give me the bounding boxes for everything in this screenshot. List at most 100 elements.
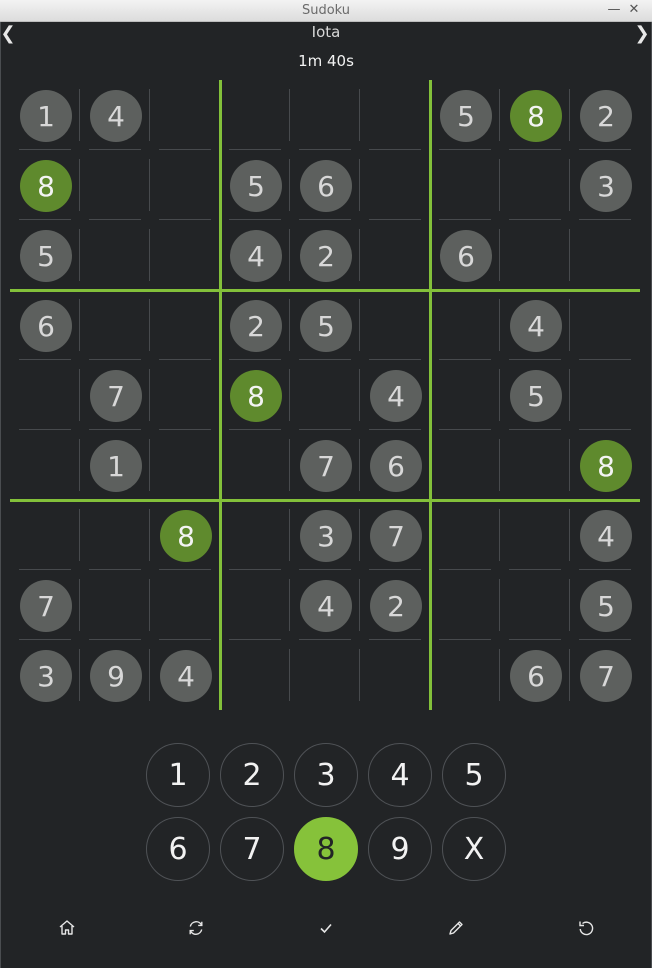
board-cell[interactable]: 5 — [10, 220, 80, 290]
minimize-icon[interactable]: — — [606, 2, 622, 18]
home-icon[interactable] — [55, 916, 79, 940]
board-cell[interactable]: 6 — [10, 290, 80, 360]
board-cell[interactable]: 8 — [220, 360, 290, 430]
board-cell[interactable]: 5 — [290, 290, 360, 360]
board-cell[interactable]: 7 — [290, 430, 360, 500]
board-cell[interactable]: 2 — [220, 290, 290, 360]
board-cell[interactable]: 7 — [570, 640, 640, 710]
refresh-icon[interactable] — [184, 916, 208, 940]
board-cell[interactable] — [150, 430, 220, 500]
close-icon[interactable]: ✕ — [626, 2, 642, 18]
board-cell[interactable]: 6 — [430, 220, 500, 290]
board-cell[interactable] — [500, 500, 570, 570]
check-icon[interactable] — [314, 916, 338, 940]
board-cell[interactable]: 7 — [80, 360, 150, 430]
board-cell[interactable]: 7 — [10, 570, 80, 640]
board-cell[interactable] — [290, 360, 360, 430]
undo-icon[interactable] — [574, 916, 598, 940]
board-cell[interactable] — [500, 220, 570, 290]
board-cell[interactable]: 1 — [80, 430, 150, 500]
board-cell[interactable] — [500, 150, 570, 220]
board-cell[interactable]: 4 — [80, 80, 150, 150]
board-cell[interactable] — [80, 150, 150, 220]
number-key-8[interactable]: 8 — [294, 817, 358, 881]
board-cell[interactable]: 5 — [570, 570, 640, 640]
board-cell[interactable] — [430, 360, 500, 430]
number-key-3[interactable]: 3 — [294, 743, 358, 807]
board-cell[interactable] — [570, 220, 640, 290]
board-cell[interactable] — [430, 500, 500, 570]
number-key-1[interactable]: 1 — [146, 743, 210, 807]
board-cell[interactable] — [570, 360, 640, 430]
board-cell[interactable] — [150, 150, 220, 220]
board-cell[interactable] — [430, 430, 500, 500]
board-cell[interactable] — [80, 500, 150, 570]
board-cell[interactable]: 4 — [290, 570, 360, 640]
board-cell[interactable]: 3 — [290, 500, 360, 570]
board-cell[interactable]: 4 — [360, 360, 430, 430]
board-cell[interactable] — [430, 290, 500, 360]
board-cell[interactable]: 9 — [80, 640, 150, 710]
board-cell[interactable] — [360, 640, 430, 710]
board-cell[interactable] — [290, 80, 360, 150]
clear-key[interactable]: X — [442, 817, 506, 881]
board-cell[interactable] — [430, 150, 500, 220]
board-cell[interactable] — [10, 360, 80, 430]
board-cell[interactable] — [150, 570, 220, 640]
board-cell[interactable] — [80, 570, 150, 640]
board-cell[interactable]: 2 — [360, 570, 430, 640]
board-cell[interactable]: 5 — [500, 360, 570, 430]
board-cell[interactable]: 3 — [10, 640, 80, 710]
board-cell[interactable] — [220, 500, 290, 570]
board-cell[interactable]: 5 — [220, 150, 290, 220]
number-key-7[interactable]: 7 — [220, 817, 284, 881]
board-cell[interactable] — [430, 570, 500, 640]
pencil-icon[interactable] — [444, 916, 468, 940]
board-cell[interactable] — [150, 290, 220, 360]
cell-value: 6 — [300, 160, 352, 212]
board-cell[interactable] — [150, 220, 220, 290]
board-cell[interactable] — [290, 640, 360, 710]
board-cell[interactable]: 4 — [150, 640, 220, 710]
board-cell[interactable] — [360, 220, 430, 290]
board-cell[interactable]: 4 — [220, 220, 290, 290]
board-cell[interactable]: 6 — [360, 430, 430, 500]
board-cell[interactable]: 3 — [570, 150, 640, 220]
board-cell[interactable]: 6 — [290, 150, 360, 220]
number-key-2[interactable]: 2 — [220, 743, 284, 807]
number-key-5[interactable]: 5 — [442, 743, 506, 807]
board-cell[interactable] — [220, 430, 290, 500]
board-cell[interactable]: 5 — [430, 80, 500, 150]
board-cell[interactable]: 8 — [10, 150, 80, 220]
board-cell[interactable]: 8 — [570, 430, 640, 500]
board-cell[interactable] — [360, 80, 430, 150]
board-cell[interactable]: 8 — [500, 80, 570, 150]
board-cell[interactable] — [10, 500, 80, 570]
board-cell[interactable] — [220, 570, 290, 640]
board-cell[interactable] — [220, 640, 290, 710]
board-cell[interactable]: 4 — [570, 500, 640, 570]
cell-value: 7 — [300, 440, 352, 492]
board-cell[interactable] — [570, 290, 640, 360]
board-cell[interactable]: 2 — [290, 220, 360, 290]
board-cell[interactable] — [150, 80, 220, 150]
board-cell[interactable] — [10, 430, 80, 500]
board-cell[interactable]: 2 — [570, 80, 640, 150]
board-cell[interactable] — [500, 570, 570, 640]
board-cell[interactable] — [150, 360, 220, 430]
number-key-6[interactable]: 6 — [146, 817, 210, 881]
board-cell[interactable]: 6 — [500, 640, 570, 710]
board-cell[interactable]: 7 — [360, 500, 430, 570]
board-cell[interactable] — [360, 290, 430, 360]
board-cell[interactable] — [500, 430, 570, 500]
board-cell[interactable]: 8 — [150, 500, 220, 570]
board-cell[interactable] — [80, 290, 150, 360]
board-cell[interactable] — [360, 150, 430, 220]
number-key-9[interactable]: 9 — [368, 817, 432, 881]
board-cell[interactable] — [220, 80, 290, 150]
board-cell[interactable]: 1 — [10, 80, 80, 150]
board-cell[interactable]: 4 — [500, 290, 570, 360]
board-cell[interactable] — [430, 640, 500, 710]
board-cell[interactable] — [80, 220, 150, 290]
number-key-4[interactable]: 4 — [368, 743, 432, 807]
